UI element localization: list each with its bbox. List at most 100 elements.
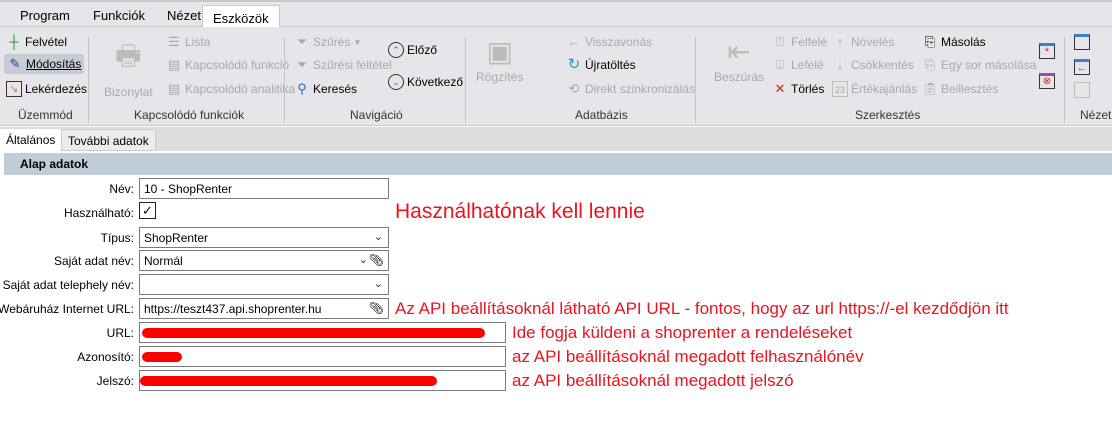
chevron-down-icon: ⌄	[358, 254, 368, 266]
tipus-select[interactable]: ShopRenter ⌄	[139, 227, 389, 248]
label: Növelés	[851, 35, 895, 49]
label: Szűrési feltétel	[313, 58, 392, 72]
sajat-adat-nev-value: Normál	[144, 254, 183, 268]
azonosito-input[interactable]	[139, 346, 506, 367]
tab-funkciok[interactable]: Funkciók	[93, 8, 145, 23]
separator	[465, 37, 466, 123]
label: Felfelé	[791, 35, 828, 49]
redaction	[142, 352, 182, 362]
felfele-button[interactable]: ⍐ Felfelé	[772, 34, 827, 50]
tab-eszkozok[interactable]: Eszközök	[202, 5, 280, 29]
jelszo-input[interactable]	[139, 370, 506, 391]
ertekajanlas-button[interactable]: 23 Értékajánlás	[832, 81, 917, 97]
annotation-url: Ide fogja küldeni a shoprenter a rendelé…	[512, 323, 853, 342]
csokkentes-button[interactable]: ↓ Csökkentés	[832, 57, 914, 73]
save-icon: ▣	[486, 36, 513, 67]
separator	[88, 37, 89, 123]
kapcsolodo-funkcio-button[interactable]: ▤ Kapcsolódó funkció	[166, 57, 289, 73]
delete-window-icon: ⊗	[1039, 73, 1055, 89]
tab-program[interactable]: Program	[20, 8, 70, 23]
label: Csökkentés	[851, 58, 914, 72]
visszavonas-button[interactable]: ← Visszavonás	[566, 34, 653, 50]
tab-tovabbi-adatok[interactable]: További adatok	[61, 129, 156, 151]
tab-altalanos[interactable]: Általános	[0, 129, 62, 151]
url-input[interactable]	[139, 322, 506, 343]
chevron-down-icon: ⌄	[373, 278, 383, 290]
szuresi-feltetel-button[interactable]: ⏷ Szűrési feltétel	[294, 57, 392, 73]
label: Visszavonás	[585, 35, 653, 49]
noveles-button[interactable]: ↑ Növelés	[832, 34, 895, 50]
annotation-webaruhaz-url: Az API beállításoknál látható API URL - …	[395, 299, 1009, 318]
label: Keresés	[313, 82, 358, 96]
beszuras-button[interactable]: ⇤ Beszúrás	[714, 35, 764, 84]
redaction	[140, 376, 437, 386]
sajat-telephely-select[interactable]: ⌄	[139, 274, 389, 295]
separator	[284, 37, 285, 123]
label: Másolás	[941, 35, 986, 49]
webaruhaz-url-label: Webáruház Internet URL:	[0, 302, 134, 316]
kapcsolodo-analitika-button[interactable]: ▤ Kapcsolódó analitika	[166, 81, 295, 97]
delete-record-button[interactable]: ⊗	[1039, 73, 1055, 89]
plus-icon: ┼	[9, 34, 19, 49]
move-down-icon: ⍗	[776, 57, 784, 72]
beillesztes-button[interactable]: 📋︎ Beillesztés	[922, 81, 998, 97]
tipus-value: ShopRenter	[144, 231, 209, 245]
lekerdezes-button[interactable]: ↘ Lekérdezés	[6, 81, 87, 97]
label: Lefelé	[791, 58, 824, 72]
view-back-button[interactable]: ←	[1074, 59, 1090, 75]
archive-icon	[1074, 82, 1090, 98]
doc-icon: ▤	[167, 81, 181, 96]
rogzites-button[interactable]: ▣ Rögzítés	[476, 35, 523, 84]
paperclip-icon[interactable]: 📎︎	[369, 301, 384, 315]
lefele-button[interactable]: ⍗ Lefelé	[772, 57, 824, 73]
tab-nezet[interactable]: Nézet	[167, 8, 201, 23]
modositas-button[interactable]: ✎ Módosítás	[4, 54, 85, 74]
ujratoltes-button[interactable]: ↻ Újratöltés	[566, 57, 636, 73]
chevron-down-icon: ⌄	[373, 231, 383, 243]
new-window-icon: *	[1039, 43, 1055, 59]
lista-button[interactable]: ☰ Lista	[166, 34, 210, 50]
view-archive-button[interactable]	[1074, 82, 1090, 98]
torles-button[interactable]: ✕ Törlés	[772, 81, 825, 97]
hasznalhato-label: Használható:	[63, 206, 134, 220]
szures-button[interactable]: ⏷ Szűrés ▼	[294, 34, 361, 50]
menu-tab-bar: Program Funkciók Nézet Eszközök	[0, 0, 1112, 29]
query-icon: ↘	[6, 81, 22, 97]
elozo-button[interactable]: ⌃ Előző	[388, 42, 437, 58]
direkt-szinkronizalas-button[interactable]: ⟲ Direkt szinkronizálás	[566, 81, 696, 97]
sajat-telephely-label: Saját adat telephely név:	[2, 278, 134, 292]
webaruhaz-url-input[interactable]: https://teszt437.api.shoprenter.hu 📎︎	[139, 298, 389, 319]
felvetel-button[interactable]: ┼ Felvétel	[6, 34, 67, 50]
list-icon: ☰	[168, 34, 180, 49]
filter-icon: ⏷	[296, 34, 308, 49]
kovetkezo-button[interactable]: ⌄ Következő	[388, 74, 463, 90]
sync-icon: ⟲	[568, 81, 580, 96]
paste-icon: 📋︎	[922, 81, 939, 96]
group-label-navigacio: Navigáció	[350, 108, 403, 122]
egy-sor-masolasa-button[interactable]: ⎘ Egy sor másolása	[922, 57, 1037, 73]
insert-row-icon: ⇤	[727, 36, 751, 67]
group-label-adatbazis: Adatbázis	[575, 108, 628, 122]
nev-input[interactable]: 10 - ShopRenter	[139, 178, 389, 199]
new-record-button[interactable]: *	[1039, 43, 1055, 59]
azonosito-label: Azonosító:	[77, 350, 134, 364]
printer-icon: 🖶	[115, 40, 142, 71]
label: Szűrés	[313, 35, 351, 49]
separator	[695, 37, 696, 123]
back-icon: ←	[1074, 59, 1090, 75]
label: Következő	[407, 75, 464, 89]
sajat-adat-nev-select[interactable]: Normál ⌄ 📎︎	[139, 250, 389, 271]
masolas-button[interactable]: ⎘ Másolás	[922, 34, 986, 50]
kereses-button[interactable]: ⚲ Keresés	[294, 81, 357, 97]
bizonylat-button[interactable]: 🖶 Bizonylat	[104, 35, 153, 99]
label: Lekérdezés	[25, 82, 88, 96]
sub-tab-bar: Általános További adatok	[0, 127, 1112, 151]
paperclip-icon[interactable]: 📎︎	[369, 253, 384, 267]
label: Kapcsolódó funkció	[185, 58, 290, 72]
refresh-icon: ↻	[567, 56, 581, 73]
hasznalhato-checkbox[interactable]: ✓	[139, 202, 156, 219]
view-layout-button[interactable]	[1074, 34, 1090, 50]
annotation-azonosito: az API beállításoknál megadott felhaszná…	[512, 347, 864, 366]
label: Felvétel	[25, 35, 68, 49]
redaction	[142, 328, 485, 338]
